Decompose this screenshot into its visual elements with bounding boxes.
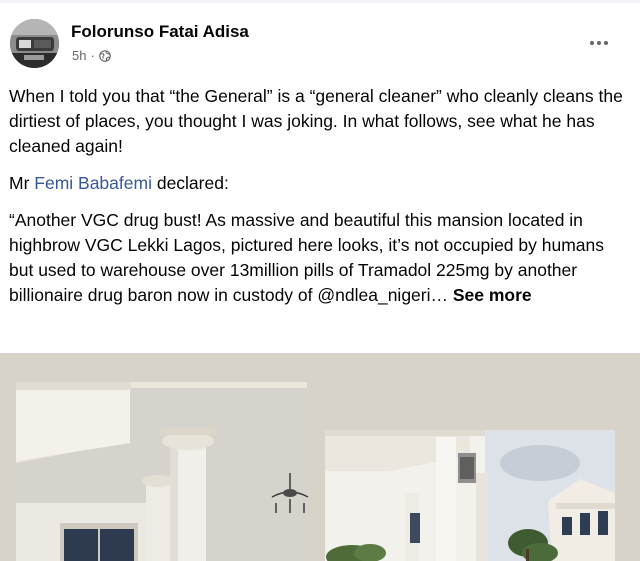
post-paragraph: Mr Femi Babafemi declared: [9,171,629,196]
more-options-icon[interactable] [586,33,612,53]
post-author-name[interactable]: Folorunso Fatai Adisa [71,22,249,42]
avatar[interactable] [10,19,59,68]
post-header: Folorunso Fatai Adisa 5h · [0,0,640,78]
post-body: When I told you that “the General” is a … [9,84,629,320]
see-more-button[interactable]: See more [453,285,532,305]
mention-link[interactable]: Femi Babafemi [34,173,152,193]
post-photo-1[interactable] [16,382,309,561]
globe-icon[interactable] [99,49,111,62]
post-photo-2[interactable] [325,430,615,561]
post-paragraph: When I told you that “the General” is a … [9,86,623,156]
post-media [0,353,640,561]
post-meta: 5h · [72,48,111,63]
post-timestamp[interactable]: 5h [72,48,86,63]
text-fragment: declared: [151,173,229,193]
post-paragraph: “Another VGC drug bust! As massive and b… [9,208,629,308]
text-fragment: Mr [9,173,35,193]
meta-separator: · [90,48,95,63]
